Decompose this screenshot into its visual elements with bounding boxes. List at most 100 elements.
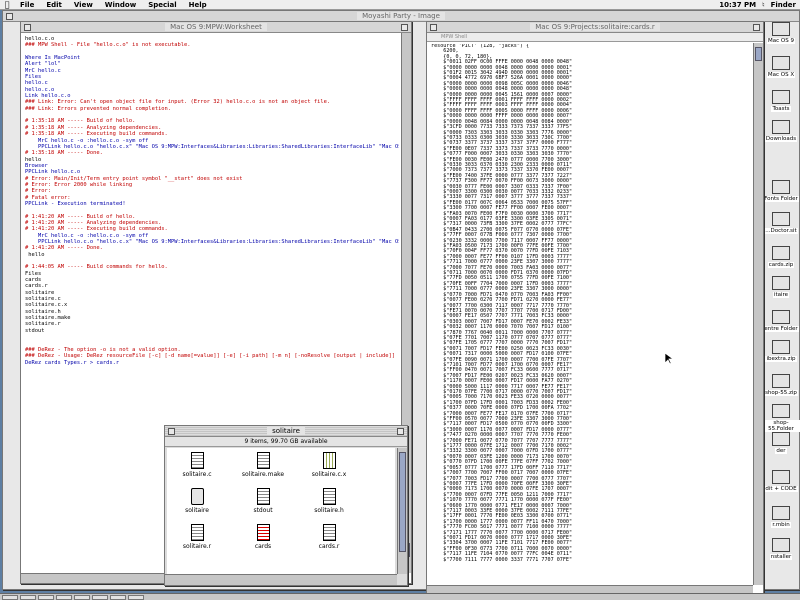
application-menu[interactable]: Finder xyxy=(771,1,796,9)
desktop-icon-label: dit + CODE xyxy=(764,486,798,492)
cards-r-header: MPW Shell xyxy=(427,33,763,42)
worksheet-titlebar[interactable]: Mac OS 9:MPW:Worksheet xyxy=(21,22,411,33)
control-strip-button[interactable] xyxy=(128,595,144,600)
desktop-icon[interactable]: shop-55.Folder xyxy=(762,404,800,432)
file-icon-item[interactable]: cards.r xyxy=(301,524,357,550)
file-icon-item[interactable]: solitaire xyxy=(169,488,225,514)
desktop-icon[interactable]: ...Doctor.sit xyxy=(762,212,800,234)
desktop-icon-label: Toasts xyxy=(771,106,791,112)
file-icon-item[interactable]: stdout xyxy=(235,488,291,514)
file-icon-item[interactable]: solitaire.make xyxy=(235,452,291,478)
speaker-icon[interactable]: ♮ xyxy=(762,1,765,9)
file-icon-item[interactable]: solitaire.c.x xyxy=(301,452,357,478)
clock[interactable]: 10:37 PM xyxy=(719,1,756,9)
folder-content[interactable]: solitaire.c solitaire.make solitaire.c.x so… xyxy=(167,448,395,574)
menu-bar:  File Edit View Window Special Help 10:… xyxy=(0,0,800,10)
desktop-icon[interactable]: dit + CODE xyxy=(762,470,800,492)
file-icon-item[interactable]: solitaire.h xyxy=(301,488,357,514)
desktop-icon[interactable]: r.mbin xyxy=(762,506,800,528)
file-icon-label: cards xyxy=(254,543,272,550)
desktop-icon[interactable]: Downloads xyxy=(762,120,800,142)
desktop-icon-label: r.mbin xyxy=(771,522,791,528)
cards-r-window[interactable]: Mac OS 9:Projects:solitaire:cards.r MPW … xyxy=(426,21,764,596)
menu-view[interactable]: View xyxy=(68,1,99,9)
worksheet-line: DeRez cards Types.r > cards.r xyxy=(25,359,120,366)
mpw-shell-label: MPW Shell xyxy=(441,34,468,40)
worksheet-title: Mac OS 9:MPW:Worksheet xyxy=(165,23,267,31)
desktop-icon[interactable]: ibextra.zip xyxy=(762,340,800,362)
menu-file[interactable]: File xyxy=(14,1,40,9)
folder-icon xyxy=(772,22,790,36)
close-box-icon[interactable] xyxy=(6,13,13,20)
desktop-icon[interactable]: nstaller xyxy=(762,538,800,560)
folder-icon xyxy=(772,374,790,388)
solitaire-folder-window[interactable]: solitaire 9 items, 99.70 GB available so… xyxy=(164,425,408,586)
app-file-icon xyxy=(190,488,204,505)
desktop-icon-label: shop-55.Folder xyxy=(762,420,800,432)
folder-icon xyxy=(772,246,790,260)
desktop-icon-label: entre Folder xyxy=(763,326,799,332)
apple-menu-icon[interactable]:  xyxy=(0,0,14,9)
folder-title: solitaire xyxy=(267,427,305,435)
desktop-icon[interactable]: cards.zip xyxy=(762,246,800,268)
close-box-icon[interactable] xyxy=(430,24,437,31)
txt-file-icon xyxy=(256,452,270,469)
file-icon-label: cards.r xyxy=(318,543,340,550)
file-icon-label: solitaire.c xyxy=(182,471,212,478)
file-icon-item[interactable]: cards xyxy=(235,524,291,550)
cards-r-vertical-scrollbar[interactable] xyxy=(753,43,763,585)
desktop-icon[interactable]: Toasts xyxy=(762,90,800,112)
folder-icon xyxy=(772,120,790,134)
desktop-icon-label: nstaller xyxy=(769,554,793,560)
control-strip-button[interactable] xyxy=(74,595,90,600)
desktop-icon[interactable]: itaire xyxy=(762,276,800,298)
folder-titlebar[interactable]: solitaire xyxy=(165,426,407,437)
folder-icon xyxy=(772,90,790,104)
file-icon-item[interactable]: solitaire.r xyxy=(169,524,225,550)
menu-window[interactable]: Window xyxy=(99,1,142,9)
menu-special[interactable]: Special xyxy=(142,1,182,9)
desktop-icon-label: itaire xyxy=(772,292,790,298)
desktop-icon-label: Downloads xyxy=(764,136,798,142)
desktop-icon[interactable]: Mac OS X xyxy=(762,56,800,78)
scroll-thumb[interactable] xyxy=(755,47,762,61)
cards-r-text[interactable]: resource 'PICT' (128, "jacks") { 6200, {… xyxy=(431,44,751,583)
zoom-box-icon[interactable] xyxy=(753,24,760,31)
mouse-cursor-icon xyxy=(665,353,673,365)
control-strip-button[interactable] xyxy=(92,595,108,600)
close-box-icon[interactable] xyxy=(168,428,175,435)
folder-horizontal-scrollbar[interactable] xyxy=(165,574,397,585)
folder-icon xyxy=(772,470,790,484)
desktop-icon[interactable]: entre Folder xyxy=(762,310,800,332)
file-icon-label: solitaire xyxy=(185,507,209,514)
folder-icon xyxy=(772,432,790,446)
menu-edit[interactable]: Edit xyxy=(40,1,68,9)
desktop-icon-label: der xyxy=(775,448,787,454)
folder-icon xyxy=(772,212,790,226)
folder-icon xyxy=(772,538,790,552)
control-strip-button[interactable] xyxy=(20,595,36,600)
desktop-icon[interactable]: der xyxy=(762,432,800,454)
control-strip xyxy=(0,593,800,600)
desktop-icon-label: ibextra.zip xyxy=(765,356,797,362)
close-box-icon[interactable] xyxy=(24,24,31,31)
folder-status: 9 items, 99.70 GB available xyxy=(165,437,407,447)
control-strip-button[interactable] xyxy=(110,595,126,600)
control-strip-button[interactable] xyxy=(56,595,72,600)
menu-help[interactable]: Help xyxy=(183,1,213,9)
folder-icon xyxy=(772,56,790,70)
desktop-icon[interactable]: shop-55.zip xyxy=(762,374,800,396)
zoom-box-icon[interactable] xyxy=(397,428,404,435)
control-strip-button[interactable] xyxy=(2,595,18,600)
scroll-thumb[interactable] xyxy=(399,452,406,552)
rsrc-file-icon xyxy=(256,524,270,541)
file-icon-item[interactable]: solitaire.c xyxy=(169,452,225,478)
desktop-icon[interactable]: Fonts Folder xyxy=(762,180,800,202)
zoom-box-icon[interactable] xyxy=(401,24,408,31)
control-strip-button[interactable] xyxy=(38,595,54,600)
folder-vertical-scrollbar[interactable] xyxy=(397,448,407,574)
desktop-icon[interactable]: Mac OS 9 xyxy=(762,22,800,44)
folder-icon xyxy=(772,404,790,418)
folder-icon xyxy=(772,340,790,354)
cards-r-titlebar[interactable]: Mac OS 9:Projects:solitaire:cards.r xyxy=(427,22,763,33)
